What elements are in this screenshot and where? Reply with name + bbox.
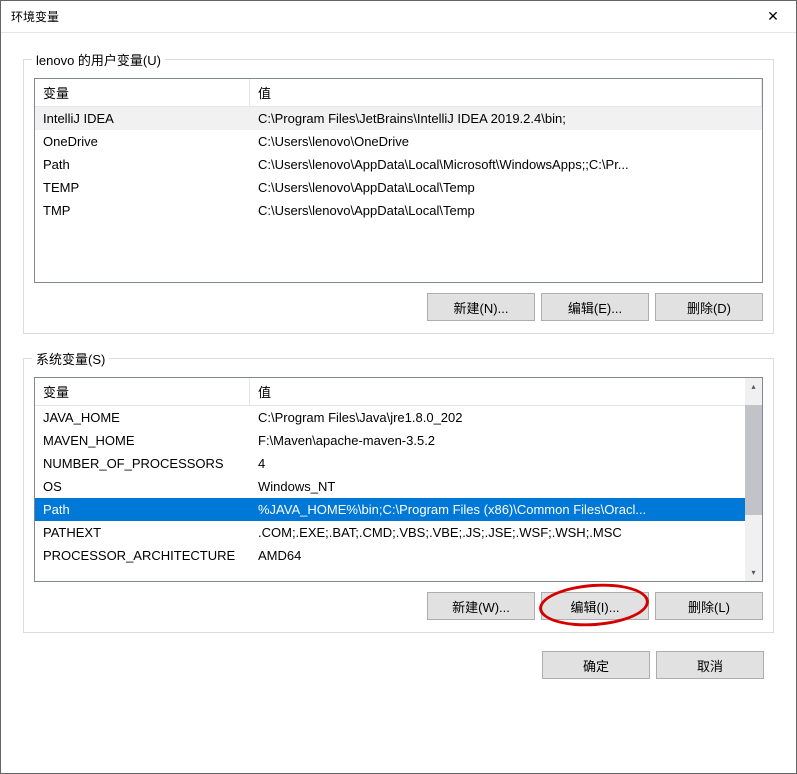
table-row[interactable]: IntelliJ IDEAC:\Program Files\JetBrains\… (35, 107, 762, 130)
user-variables-label: lenovo 的用户变量(U) (32, 50, 165, 69)
scroll-up-icon[interactable]: ▴ (745, 378, 762, 395)
close-icon: ✕ (767, 8, 779, 25)
variable-name-cell: TMP (35, 202, 250, 219)
user-variables-list[interactable]: 变量 值 IntelliJ IDEAC:\Program Files\JetBr… (34, 78, 763, 283)
variable-name-cell: Path (35, 156, 250, 173)
dialog-buttons-row: 确定 取消 (23, 651, 774, 679)
close-button[interactable]: ✕ (750, 1, 796, 33)
column-header-variable[interactable]: 变量 (35, 378, 250, 405)
variable-value-cell: .COM;.EXE;.BAT;.CMD;.VBS;.VBE;.JS;.JSE;.… (250, 524, 745, 541)
variable-value-cell: C:\Users\lenovo\AppData\Local\Temp (250, 202, 762, 219)
variable-value-cell: C:\Program Files\JetBrains\IntelliJ IDEA… (250, 110, 762, 127)
scroll-thumb[interactable] (745, 405, 762, 515)
system-delete-button[interactable]: 删除(L) (655, 592, 763, 620)
table-row[interactable]: Path%JAVA_HOME%\bin;C:\Program Files (x8… (35, 498, 745, 521)
table-row[interactable]: TEMPC:\Users\lenovo\AppData\Local\Temp (35, 176, 762, 199)
list-header: 变量 值 (35, 79, 762, 107)
variable-value-cell: AMD64 (250, 547, 745, 564)
variable-value-cell: C:\Users\lenovo\AppData\Local\Microsoft\… (250, 156, 762, 173)
environment-variables-dialog: 环境变量 ✕ lenovo 的用户变量(U) 变量 值 IntelliJ IDE… (0, 0, 797, 774)
table-row[interactable]: OneDriveC:\Users\lenovo\OneDrive (35, 130, 762, 153)
window-title: 环境变量 (11, 8, 59, 25)
system-new-button[interactable]: 新建(W)... (427, 592, 535, 620)
user-variables-group: lenovo 的用户变量(U) 变量 值 IntelliJ IDEAC:\Pro… (23, 59, 774, 334)
variable-value-cell: 4 (250, 455, 745, 472)
system-variables-group: 系统变量(S) 变量 值 JAVA_HOMEC:\Program Files\J… (23, 358, 774, 633)
column-header-variable[interactable]: 变量 (35, 79, 250, 106)
table-row[interactable]: JAVA_HOMEC:\Program Files\Java\jre1.8.0_… (35, 406, 745, 429)
variable-name-cell: TEMP (35, 179, 250, 196)
cancel-button[interactable]: 取消 (656, 651, 764, 679)
user-new-button[interactable]: 新建(N)... (427, 293, 535, 321)
user-buttons-row: 新建(N)... 编辑(E)... 删除(D) (34, 293, 763, 321)
table-row[interactable]: TMPC:\Users\lenovo\AppData\Local\Temp (35, 199, 762, 222)
titlebar: 环境变量 ✕ (1, 1, 796, 33)
system-variables-list[interactable]: 变量 值 JAVA_HOMEC:\Program Files\Java\jre1… (34, 377, 763, 582)
dialog-content: lenovo 的用户变量(U) 变量 值 IntelliJ IDEAC:\Pro… (1, 33, 796, 773)
table-row[interactable]: NUMBER_OF_PROCESSORS4 (35, 452, 745, 475)
variable-name-cell: OneDrive (35, 133, 250, 150)
table-row[interactable]: PathC:\Users\lenovo\AppData\Local\Micros… (35, 153, 762, 176)
table-row[interactable]: MAVEN_HOMEF:\Maven\apache-maven-3.5.2 (35, 429, 745, 452)
variable-name-cell: PATHEXT (35, 524, 250, 541)
user-edit-button[interactable]: 编辑(E)... (541, 293, 649, 321)
variable-name-cell: OS (35, 478, 250, 495)
variable-value-cell: F:\Maven\apache-maven-3.5.2 (250, 432, 745, 449)
variable-value-cell: C:\Users\lenovo\AppData\Local\Temp (250, 179, 762, 196)
scroll-down-icon[interactable]: ▾ (745, 564, 762, 581)
ok-button[interactable]: 确定 (542, 651, 650, 679)
variable-value-cell: C:\Program Files\Java\jre1.8.0_202 (250, 409, 745, 426)
table-row[interactable]: PROCESSOR_ARCHITECTUREAMD64 (35, 544, 745, 567)
variable-name-cell: JAVA_HOME (35, 409, 250, 426)
variable-name-cell: IntelliJ IDEA (35, 110, 250, 127)
variable-value-cell: C:\Users\lenovo\OneDrive (250, 133, 762, 150)
variable-value-cell: %JAVA_HOME%\bin;C:\Program Files (x86)\C… (250, 501, 745, 518)
column-header-value[interactable]: 值 (250, 378, 762, 405)
vertical-scrollbar[interactable]: ▴ ▾ (745, 378, 762, 581)
table-row[interactable]: OSWindows_NT (35, 475, 745, 498)
variable-value-cell: Windows_NT (250, 478, 745, 495)
variable-name-cell: Path (35, 501, 250, 518)
system-edit-button[interactable]: 编辑(I)... (541, 592, 649, 620)
variable-name-cell: PROCESSOR_ARCHITECTURE (35, 547, 250, 564)
list-header: 变量 值 (35, 378, 762, 406)
system-buttons-row: 新建(W)... 编辑(I)... 删除(L) (34, 592, 763, 620)
variable-name-cell: NUMBER_OF_PROCESSORS (35, 455, 250, 472)
table-row[interactable]: PATHEXT.COM;.EXE;.BAT;.CMD;.VBS;.VBE;.JS… (35, 521, 745, 544)
variable-name-cell: MAVEN_HOME (35, 432, 250, 449)
system-variables-label: 系统变量(S) (32, 349, 109, 368)
column-header-value[interactable]: 值 (250, 79, 762, 106)
user-delete-button[interactable]: 删除(D) (655, 293, 763, 321)
